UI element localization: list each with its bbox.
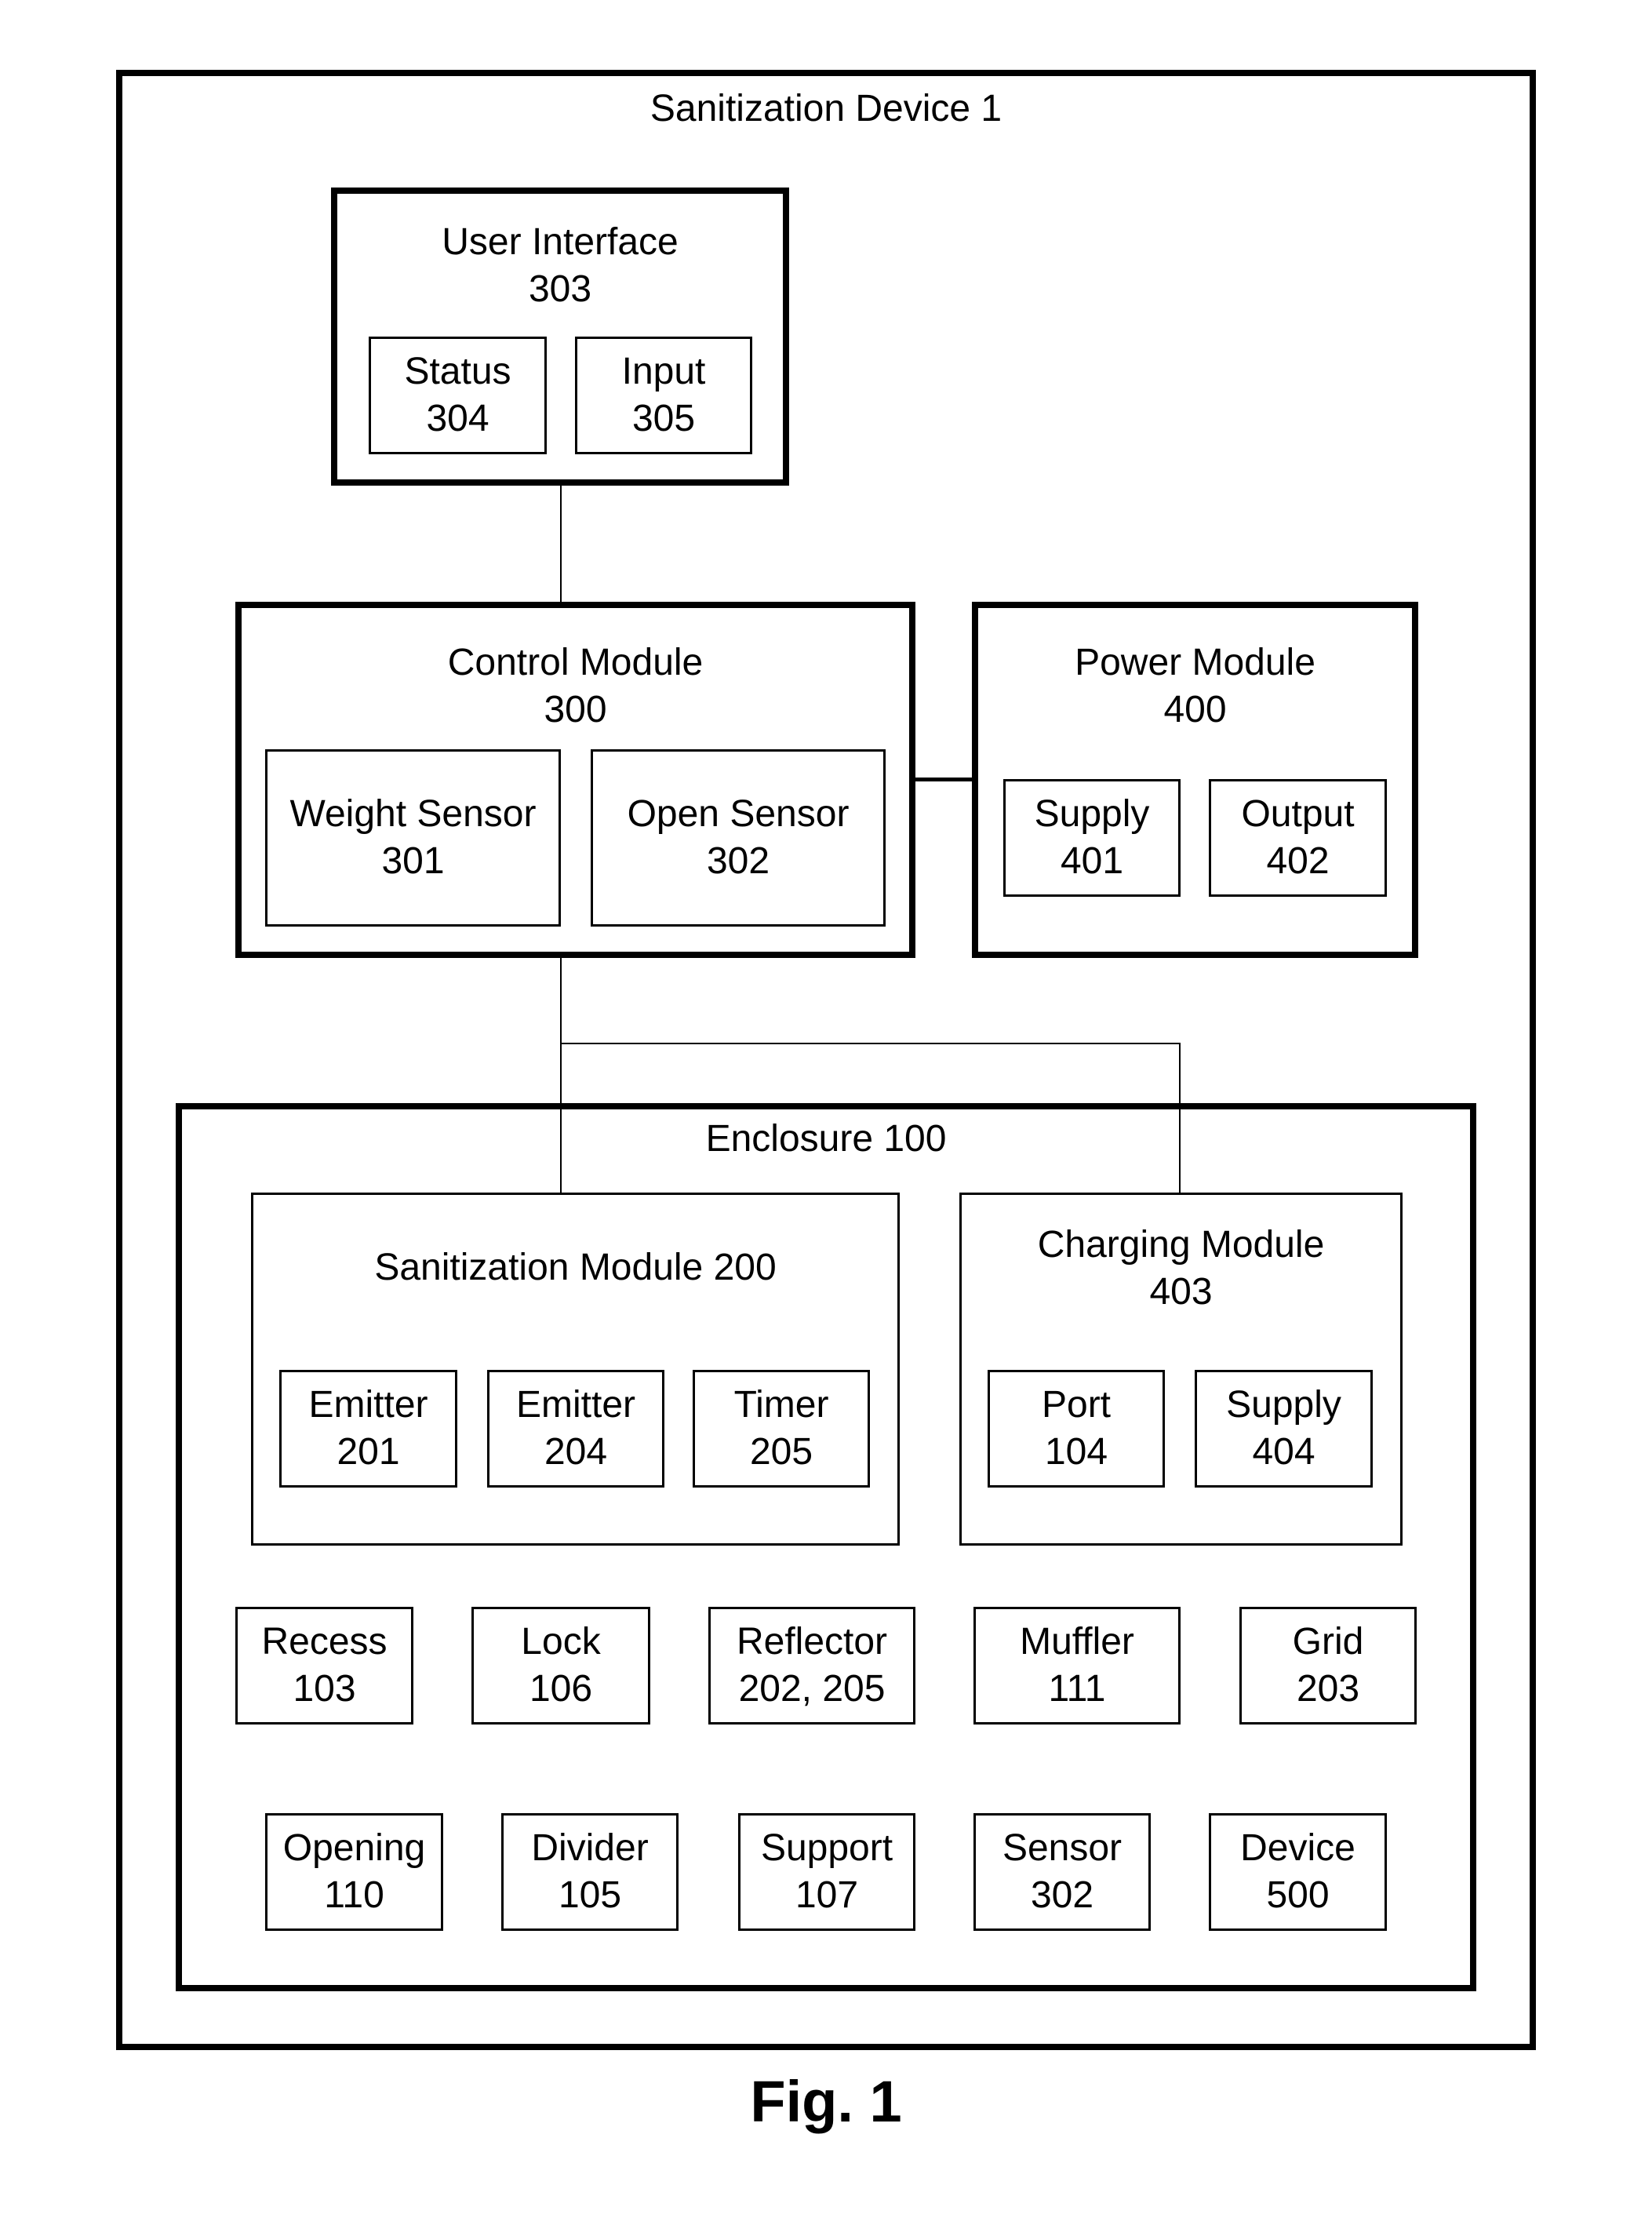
supply-404-box: Supply 404 (1195, 1370, 1373, 1488)
connector-enclosure-sanitization (560, 1103, 562, 1193)
divider-105-box: Divider 105 (501, 1813, 679, 1931)
weight-sensor-ref: 301 (381, 840, 445, 882)
connector-branch-horizontal (560, 1043, 1181, 1044)
connector-enclosure-charging (1179, 1103, 1181, 1193)
user-interface-name: User Interface (442, 221, 679, 263)
sanitization-module-title: Sanitization Module 200 (374, 1247, 777, 1288)
grid-203-box: Grid 203 (1239, 1607, 1417, 1725)
reflector-202-205-box: Reflector 202, 205 (708, 1607, 915, 1725)
port-104-ref: 104 (1044, 1431, 1108, 1473)
component-ref: 107 (795, 1874, 859, 1916)
input-box: Input 305 (575, 337, 752, 454)
timer-205-ref: 205 (749, 1431, 813, 1473)
support-107-box: Support 107 (738, 1813, 915, 1931)
component-name: Support (760, 1827, 893, 1869)
charging-module-ref: 403 (1149, 1271, 1213, 1313)
component-name: Divider (531, 1827, 649, 1869)
emitter-201-box: Emitter 201 (279, 1370, 457, 1488)
opening-110-box: Opening 110 (265, 1813, 443, 1931)
recess-103-box: Recess 103 (235, 1607, 413, 1725)
component-ref: 302 (1030, 1874, 1094, 1916)
component-ref: 103 (293, 1668, 356, 1710)
device-title: Sanitization Device 1 (650, 88, 1002, 129)
sensor-302-box: Sensor 302 (973, 1813, 1151, 1931)
emitter-201-ref: 201 (337, 1431, 400, 1473)
control-module-name: Control Module (447, 642, 704, 683)
port-104-name: Port (1041, 1384, 1112, 1426)
emitter-201-name: Emitter (308, 1384, 428, 1426)
supply-401-ref: 401 (1060, 840, 1124, 882)
status-ref: 304 (426, 398, 489, 439)
open-sensor-box: Open Sensor 302 (591, 749, 886, 927)
connector-control-power (915, 778, 972, 781)
component-ref: 202, 205 (738, 1668, 886, 1710)
supply-404-name: Supply (1226, 1384, 1341, 1426)
component-name: Muffler (1020, 1621, 1134, 1663)
component-name: Reflector (736, 1621, 888, 1663)
output-402-ref: 402 (1266, 840, 1330, 882)
connector-ui-control (560, 486, 562, 602)
component-name: Sensor (1002, 1827, 1123, 1869)
output-402-name: Output (1241, 793, 1355, 835)
emitter-204-name: Emitter (515, 1384, 635, 1426)
user-interface-ref: 303 (528, 268, 592, 310)
open-sensor-name: Open Sensor (627, 793, 850, 835)
output-402-box: Output 402 (1209, 779, 1387, 897)
weight-sensor-name: Weight Sensor (289, 793, 537, 835)
timer-205-name: Timer (733, 1384, 829, 1426)
component-name: Device (1240, 1827, 1355, 1869)
input-ref: 305 (631, 398, 696, 439)
power-module-name: Power Module (1075, 642, 1315, 683)
component-name: Opening (282, 1827, 426, 1869)
emitter-204-box: Emitter 204 (487, 1370, 664, 1488)
supply-401-name: Supply (1034, 793, 1150, 835)
supply-404-ref: 404 (1252, 1431, 1315, 1473)
supply-401-box: Supply 401 (1003, 779, 1181, 897)
component-ref: 111 (1048, 1668, 1106, 1710)
component-ref: 110 (324, 1874, 384, 1916)
port-104-box: Port 104 (988, 1370, 1165, 1488)
component-name: Lock (521, 1621, 601, 1663)
muffler-111-box: Muffler 111 (973, 1607, 1181, 1725)
timer-205-box: Timer 205 (693, 1370, 870, 1488)
control-module-ref: 300 (544, 689, 607, 730)
status-box: Status 304 (369, 337, 547, 454)
lock-106-box: Lock 106 (471, 1607, 650, 1725)
component-name: Grid (1292, 1621, 1364, 1663)
component-ref: 203 (1296, 1668, 1360, 1710)
status-name: Status (404, 351, 511, 392)
emitter-204-ref: 204 (544, 1431, 608, 1473)
sanitization-module-box: Sanitization Module 200 (251, 1193, 900, 1546)
power-module-ref: 400 (1163, 689, 1227, 730)
open-sensor-ref: 302 (706, 840, 770, 882)
enclosure-title: Enclosure 100 (705, 1118, 947, 1160)
input-name: Input (621, 351, 706, 392)
figure-caption: Fig. 1 (750, 2069, 902, 2134)
weight-sensor-box: Weight Sensor 301 (265, 749, 561, 927)
component-name: Recess (261, 1621, 388, 1663)
charging-module-box: Charging Module 403 (959, 1193, 1403, 1546)
component-ref: 500 (1266, 1874, 1330, 1916)
charging-module-name: Charging Module (1037, 1224, 1325, 1266)
device-500-box: Device 500 (1209, 1813, 1387, 1931)
component-ref: 106 (529, 1668, 593, 1710)
component-ref: 105 (558, 1874, 622, 1916)
